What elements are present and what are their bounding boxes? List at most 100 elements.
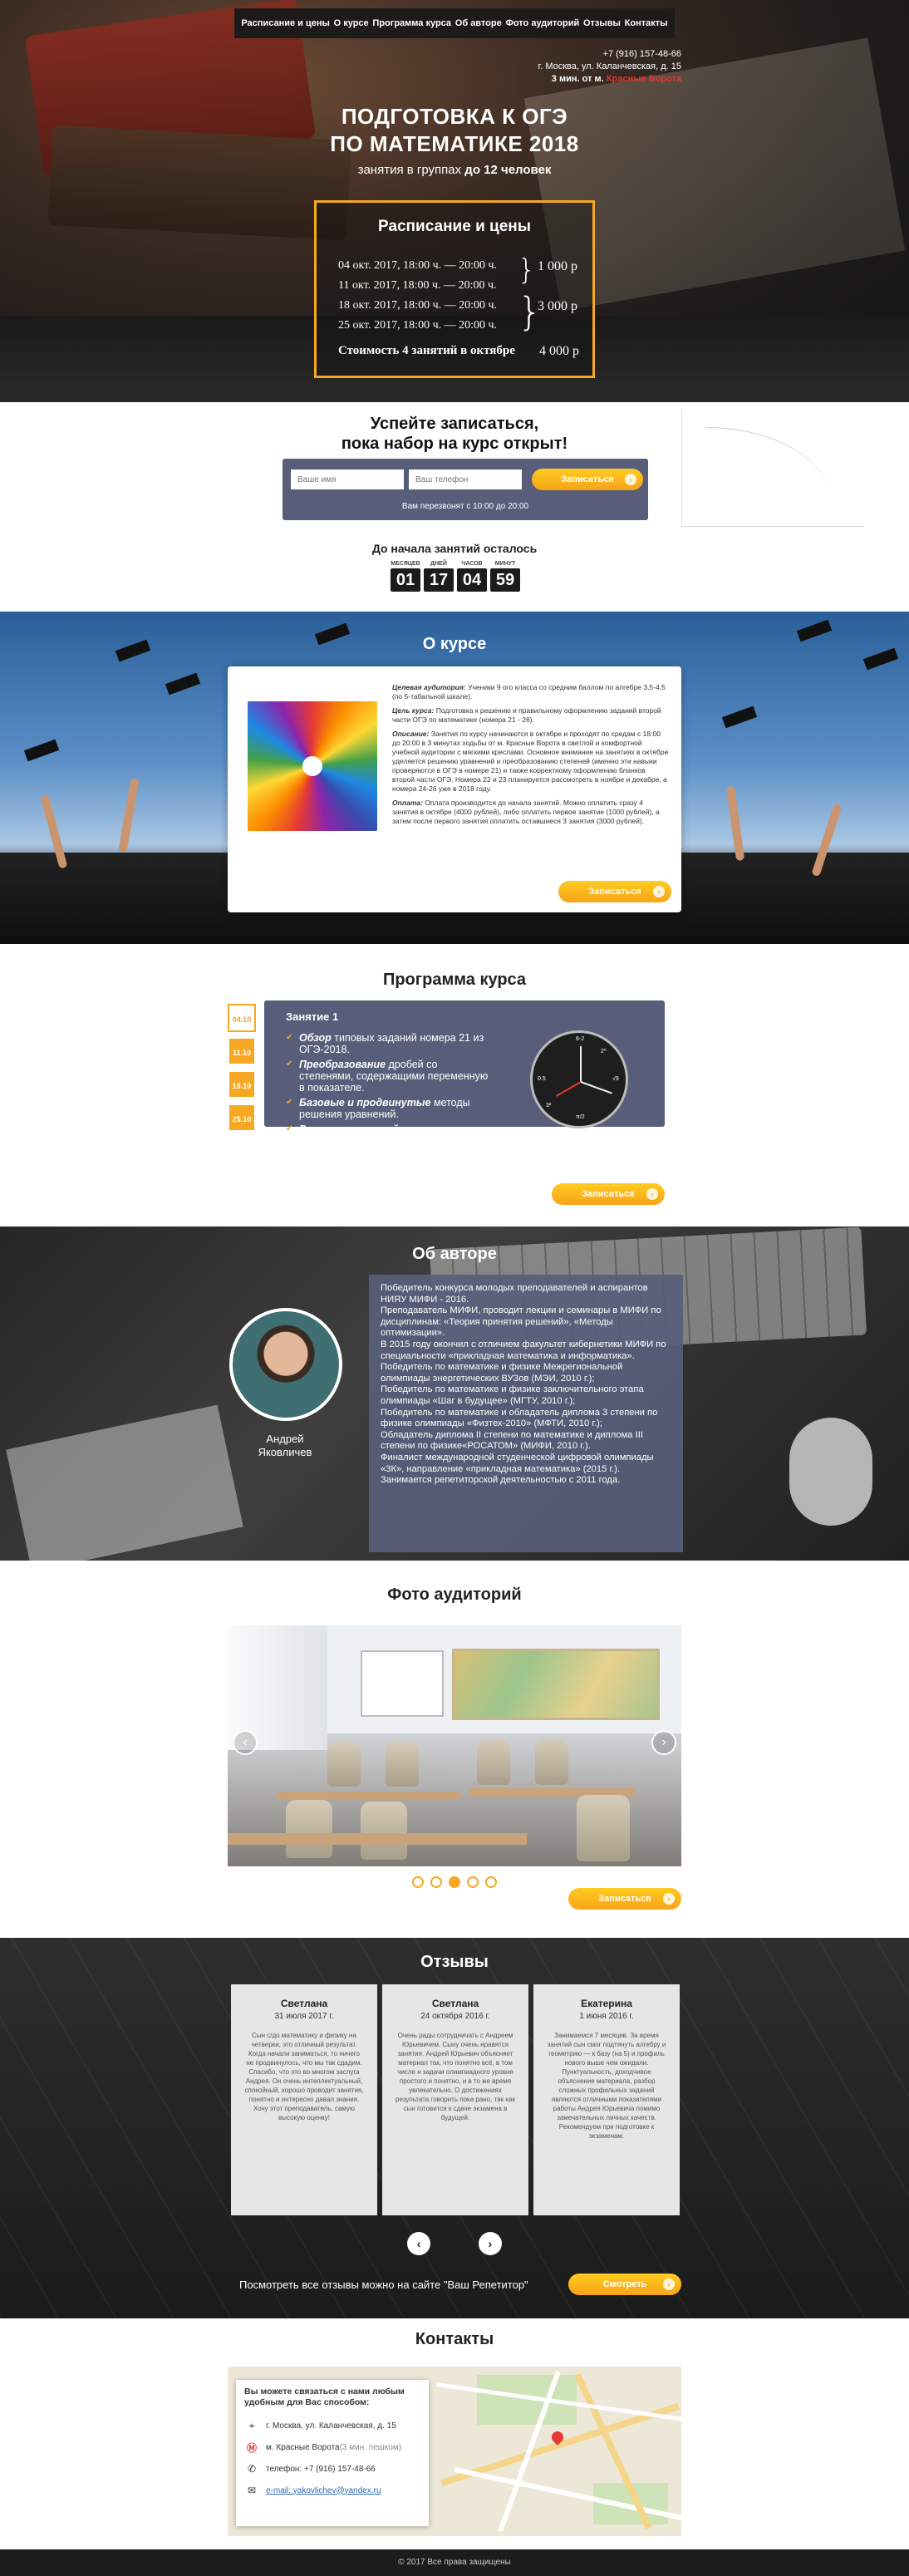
slider-dot-1[interactable]: [412, 1876, 424, 1888]
signup-title: Успейте записаться, пока набор на курс о…: [341, 415, 568, 453]
review-text: Занимаемся 7 месяцев. За время занятий с…: [547, 2032, 666, 2140]
nav-contacts[interactable]: Контакты: [625, 18, 668, 28]
chair-image: [361, 1802, 407, 1860]
author-bio: Победитель конкурса молодых преподавател…: [369, 1275, 683, 1552]
date-tab-1810[interactable]: 18.10: [228, 1070, 256, 1099]
slider-dot-4[interactable]: [467, 1876, 479, 1888]
nav-schedule[interactable]: Расписание и цены: [241, 18, 330, 28]
slider-dot-3[interactable]: [449, 1876, 460, 1888]
footer: © 2017 Все права защищены: [0, 2549, 909, 2576]
nav-reviews[interactable]: Отзывы: [583, 18, 621, 28]
review-text: Сын с/до математику и физику на четверки…: [244, 2032, 364, 2121]
graduation-cap-image: [23, 739, 60, 762]
signup-section: Успейте записаться, пока набор на курс о…: [0, 402, 909, 612]
review-text: Очень рады сотрудничать с Андреем Юрьеви…: [396, 2032, 515, 2121]
lesson-topics: Обзор типовых заданий номера 21 из ОГЭ-2…: [286, 1032, 494, 1138]
contacts-title: Контакты: [415, 2330, 494, 2348]
photos-title: Фото аудиторий: [387, 1585, 522, 1604]
phone-input[interactable]: [409, 469, 522, 489]
top-navigation: Расписание и цены О курсе Программа курс…: [234, 8, 675, 38]
color-pencils-image: [248, 701, 377, 831]
schedule-total: Стоимость 4 занятий в октябре 4 000 р: [338, 344, 579, 358]
raised-arm-image: [118, 777, 140, 853]
header-metro: 3 мин. от м. Красные Ворота: [551, 74, 681, 84]
lesson-topic: Базовые и продвинутые методы решения ура…: [286, 1097, 494, 1120]
chair-image: [477, 1740, 510, 1785]
arrow-right-icon: ›: [646, 1188, 658, 1200]
price-first: 1 000 р: [538, 259, 577, 273]
author-avatar: [229, 1308, 342, 1421]
author-name: Андрей Яковличев: [258, 1433, 312, 1458]
lesson-topic: Обзор типовых заданий номера 21 из ОГЭ-2…: [286, 1032, 494, 1055]
slider-prev-button[interactable]: ‹: [233, 1730, 258, 1755]
raised-arm-image: [725, 785, 745, 862]
review-date: 1 июня 2016 г.: [579, 2012, 634, 2021]
reviews-view-button[interactable]: Смотреть ›: [568, 2274, 681, 2295]
hero-subtitle: занятия в группах до 12 человек: [357, 163, 552, 177]
chair-image: [286, 1800, 332, 1858]
metro-name: Красные Ворота: [606, 74, 681, 84]
author-title: Об авторе: [412, 1245, 497, 1263]
review-author: Екатерина: [581, 1998, 632, 2009]
graduation-cap-image: [721, 705, 758, 729]
review-card: Светлана 24 октября 2016 г. Очень рады с…: [382, 1984, 528, 2215]
contact-info-card: Вы можете связаться с нами любым удобным…: [236, 2380, 429, 2526]
reviews-prev-button[interactable]: ‹: [407, 2232, 430, 2255]
contact-email: ✉ e-mail: yakovlichev@yandex.ru: [244, 2480, 420, 2501]
arrow-right-icon: ›: [663, 2279, 675, 2290]
about-title: О курсе: [422, 635, 487, 653]
nav-about[interactable]: О курсе: [334, 18, 369, 28]
date-tab-1110[interactable]: 11.10: [228, 1037, 256, 1065]
review-card: Екатерина 1 июня 2016 г. Занимаемся 7 ме…: [533, 1984, 680, 2215]
countdown-title: До начала занятий осталось: [371, 542, 538, 555]
program-title: Программа курса: [382, 971, 527, 989]
contact-header: Вы можете связаться с нами любым удобным…: [244, 2387, 405, 2407]
signup-button[interactable]: Записаться ›: [532, 469, 643, 490]
price-rest: 3 000 р: [538, 299, 577, 313]
review-author: Светлана: [280, 1998, 328, 2009]
schedule-rows: 04 окт. 2017, 18:00 ч. — 20:00 ч. 11 окт…: [338, 256, 579, 336]
reviews-title: Отзывы: [420, 1953, 489, 1971]
schedule-box: Расписание и цены 04 окт. 2017, 18:00 ч.…: [314, 200, 595, 378]
date-tab-2510[interactable]: 25.10: [228, 1104, 256, 1132]
slider-dot-2[interactable]: [430, 1876, 442, 1888]
photos-signup-button[interactable]: Записаться ›: [568, 1888, 681, 1910]
nav-author[interactable]: Об авторе: [455, 18, 502, 28]
header-phone[interactable]: +7 (916) 157-48-66: [538, 48, 681, 61]
author-section: Об авторе Андрей Яковличев Победитель ко…: [0, 1227, 909, 1561]
nav-photos[interactable]: Фото аудиторий: [505, 18, 579, 28]
reviews-next-button[interactable]: ›: [479, 2232, 502, 2255]
arrow-right-icon: ›: [663, 1893, 675, 1905]
reviews-more-text: Посмотреть все отзывы можно на сайте "Ва…: [239, 2279, 528, 2291]
countdown-timer: МЕСЯЦЕВ 01 ДНЕЙ 17 ЧАСОВ 04 МИНУТ 59: [391, 560, 520, 593]
contact-metro: Ⓜ м. Красные Ворота (3 мин. пешком): [244, 2436, 420, 2458]
desk-image: [278, 1792, 460, 1800]
hero-section: Расписание и цены О курсе Программа курс…: [0, 0, 909, 402]
review-date: 31 июля 2017 г.: [274, 2012, 334, 2021]
slider-next-button[interactable]: ›: [651, 1730, 676, 1755]
hero-title: ПОДГОТОВКА К ОГЭ ПО МАТЕМАТИКЕ 2018: [330, 104, 579, 156]
about-signup-button[interactable]: Записаться ›: [558, 881, 671, 902]
location-pin-icon: ⌖: [248, 2419, 255, 2431]
reviews-section: Отзывы Светлана 31 июля 2017 г. Сын с/до…: [0, 1938, 909, 2318]
nav-program[interactable]: Программа курса: [372, 18, 451, 28]
location-map[interactable]: Вы можете связаться с нами любым удобным…: [228, 2367, 681, 2536]
countdown-months: МЕСЯЦЕВ 01: [391, 560, 420, 593]
lesson-topic: Преобразование дробей со степенями, соде…: [286, 1059, 494, 1094]
program-signup-button[interactable]: Записаться ›: [552, 1183, 665, 1205]
notebook-image: [6, 1404, 243, 1561]
date-tab-0410[interactable]: 04.10: [228, 1004, 256, 1032]
schedule-title: Расписание и цены: [378, 218, 531, 235]
wall-map-image: [452, 1649, 660, 1720]
math-clock-image: 6-2 √9 π/2 0.5 2⁰ 3²: [530, 1030, 628, 1128]
lesson-title: Занятие 1: [286, 1010, 339, 1023]
lesson-card: Занятие 1 Обзор типовых заданий номера 2…: [264, 1000, 665, 1135]
callback-note: Вам перезвонят с 10:00 до 20:00: [401, 502, 529, 511]
envelope-icon: ✉: [247, 2485, 257, 2496]
slider-dot-5[interactable]: [485, 1876, 497, 1888]
arrow-right-icon: ›: [653, 886, 665, 897]
name-input[interactable]: [291, 469, 404, 489]
classroom-photo-slider: ‹ ›: [228, 1625, 681, 1866]
header-address: г. Москва, ул. Каланчевская, д. 15: [538, 61, 681, 71]
about-description: Целевая аудитория: Ученики 9 ого класса …: [392, 683, 669, 825]
